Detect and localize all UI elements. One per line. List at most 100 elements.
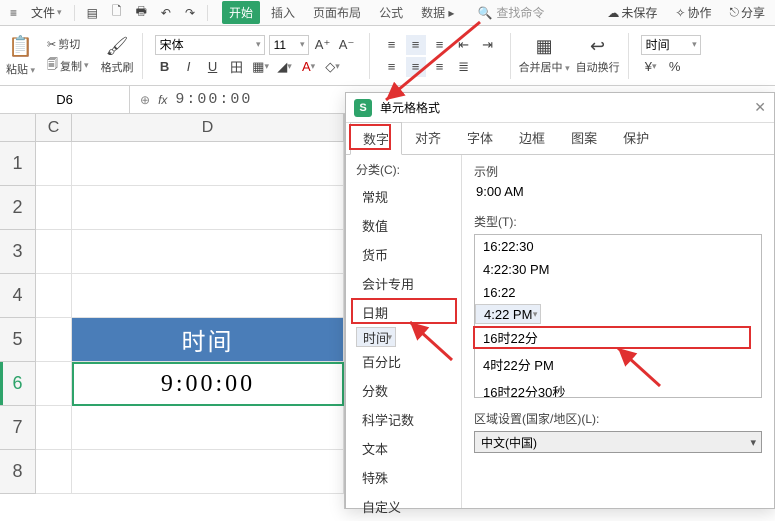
category-accounting[interactable]: 会计专用 <box>356 269 461 298</box>
increase-font-icon[interactable]: A⁺ <box>313 35 333 55</box>
cell-d2[interactable] <box>72 186 344 230</box>
col-header-c[interactable]: C <box>36 114 72 142</box>
font-size-select[interactable]: 11 <box>269 35 309 55</box>
select-all-corner[interactable] <box>0 114 36 142</box>
file-menu[interactable]: 文件 <box>27 2 66 23</box>
merge-cells-button[interactable]: ▦ 合并居中 <box>519 36 570 75</box>
type-option-6[interactable]: 16时22分30秒 <box>475 378 761 398</box>
cell-c6[interactable] <box>36 362 72 406</box>
fx-label[interactable]: fx <box>158 93 167 107</box>
wrap-text-button[interactable]: ↩ 自动换行 <box>576 36 620 75</box>
row-header-1[interactable]: 1 <box>0 142 36 186</box>
decrease-font-icon[interactable]: A⁻ <box>337 35 357 55</box>
paste-button[interactable]: 📋 粘贴 <box>6 34 35 77</box>
tab-data[interactable]: 数据 ▸ <box>414 1 461 24</box>
cell-reference-box[interactable]: D6 <box>0 86 130 113</box>
cell-d4[interactable] <box>72 274 344 318</box>
row-header-4[interactable]: 4 <box>0 274 36 318</box>
category-fraction[interactable]: 分数 <box>356 376 461 405</box>
dialog-tab-border[interactable]: 边框 <box>506 121 558 154</box>
dialog-tab-number[interactable]: 数字 <box>350 122 402 155</box>
category-scientific[interactable]: 科学记数 <box>356 405 461 434</box>
align-middle-icon[interactable]: ≡ <box>406 35 426 55</box>
align-left-icon[interactable]: ≡ <box>382 57 402 77</box>
dialog-tab-align[interactable]: 对齐 <box>402 121 454 154</box>
type-option-1[interactable]: 4:22:30 PM <box>475 258 761 281</box>
cell-c8[interactable] <box>36 450 72 494</box>
fill-color-button[interactable]: ◢ <box>275 57 295 77</box>
type-option-0[interactable]: 16:22:30 <box>475 235 761 258</box>
category-percent[interactable]: 百分比 <box>356 347 461 376</box>
font-color-button[interactable]: A <box>299 57 319 77</box>
underline-button[interactable]: U <box>203 57 223 77</box>
category-currency[interactable]: 货币 <box>356 240 461 269</box>
share-button[interactable]: ⎋ 分享 <box>725 2 769 23</box>
close-icon[interactable]: ✕ <box>754 99 766 116</box>
cell-c5[interactable] <box>36 318 72 362</box>
indent-left-icon[interactable]: ⇤ <box>454 35 474 55</box>
category-custom[interactable]: 自定义 <box>356 492 461 521</box>
currency-button[interactable]: ¥ <box>641 57 661 77</box>
print-icon[interactable]: 🖶 <box>132 0 151 25</box>
tab-formula[interactable]: 公式 <box>372 1 410 24</box>
save-icon[interactable]: ▤ <box>83 4 102 22</box>
row-header-6[interactable]: 6 <box>0 362 36 406</box>
row-header-3[interactable]: 3 <box>0 230 36 274</box>
category-general[interactable]: 常规 <box>356 182 461 211</box>
border-button[interactable]: ▦ <box>251 57 271 77</box>
effects-button[interactable]: ◇ <box>323 57 343 77</box>
italic-button[interactable]: I <box>179 57 199 77</box>
font-family-select[interactable]: 宋体 <box>155 35 265 55</box>
cell-d7[interactable] <box>72 406 344 450</box>
cell-d3[interactable] <box>72 230 344 274</box>
row-header-2[interactable]: 2 <box>0 186 36 230</box>
zoom-icon[interactable]: ⊕ <box>140 93 150 107</box>
print-preview-icon[interactable]: 🗋 <box>108 0 126 25</box>
category-date[interactable]: 日期 <box>356 298 461 327</box>
row-header-5[interactable]: 5 <box>0 318 36 362</box>
category-time[interactable]: 时间 <box>356 327 396 347</box>
tab-insert[interactable]: 插入 <box>264 1 302 24</box>
format-painter-button[interactable]: 🖌 格式刷 <box>101 36 134 75</box>
cell-d1[interactable] <box>72 142 344 186</box>
formula-input[interactable]: 9:00:00 <box>175 91 252 108</box>
cell-d6-active[interactable]: 9:00:00 <box>72 362 344 406</box>
align-center-icon[interactable]: ≡ <box>406 57 426 77</box>
justify-icon[interactable]: ≣ <box>454 57 474 77</box>
category-special[interactable]: 特殊 <box>356 463 461 492</box>
category-list[interactable]: 常规 数值 货币 会计专用 日期 时间 百分比 分数 科学记数 文本 特殊 自定… <box>356 182 461 521</box>
bold-button[interactable]: B <box>155 57 175 77</box>
undo-icon[interactable]: ↶ <box>157 4 175 22</box>
percent-button[interactable]: % <box>665 57 685 77</box>
row-header-8[interactable]: 8 <box>0 450 36 494</box>
indent-right-icon[interactable]: ⇥ <box>478 35 498 55</box>
collab-button[interactable]: ✧ 协作 <box>671 2 715 23</box>
type-option-3[interactable]: 4:22 PM <box>475 304 541 324</box>
unsaved-indicator[interactable]: ☁ 未保存 <box>603 2 661 23</box>
category-text[interactable]: 文本 <box>356 434 461 463</box>
align-right-icon[interactable]: ≡ <box>430 57 450 77</box>
dialog-tab-protect[interactable]: 保护 <box>610 121 662 154</box>
type-option-2[interactable]: 16:22 <box>475 281 761 304</box>
type-list[interactable]: 16:22:30 4:22:30 PM 16:22 4:22 PM 16时22分… <box>474 234 762 398</box>
copy-button[interactable]: 🗐复制 <box>45 55 91 76</box>
category-number[interactable]: 数值 <box>356 211 461 240</box>
cell-c2[interactable] <box>36 186 72 230</box>
dialog-titlebar[interactable]: S 单元格格式 ✕ <box>346 93 774 123</box>
cell-d5[interactable]: 时间 <box>72 318 344 362</box>
cell-c3[interactable] <box>36 230 72 274</box>
locale-select[interactable]: 中文(中国) <box>474 431 762 453</box>
number-format-select[interactable]: 时间 <box>641 35 701 55</box>
col-header-d[interactable]: D <box>72 114 344 142</box>
cut-button[interactable]: ✂剪切 <box>45 35 91 53</box>
dialog-tab-pattern[interactable]: 图案 <box>558 121 610 154</box>
cell-c1[interactable] <box>36 142 72 186</box>
strike-button[interactable]: 田 <box>227 57 247 77</box>
redo-icon[interactable]: ↷ <box>181 4 199 22</box>
tab-start[interactable]: 开始 <box>222 1 260 24</box>
cell-d8[interactable] <box>72 450 344 494</box>
spreadsheet-grid[interactable]: C D 1 2 3 4 5 时间 6 9:00:00 7 8 <box>0 114 345 509</box>
align-top-icon[interactable]: ≡ <box>382 35 402 55</box>
row-header-7[interactable]: 7 <box>0 406 36 450</box>
type-option-5[interactable]: 4时22分 PM <box>475 351 761 378</box>
